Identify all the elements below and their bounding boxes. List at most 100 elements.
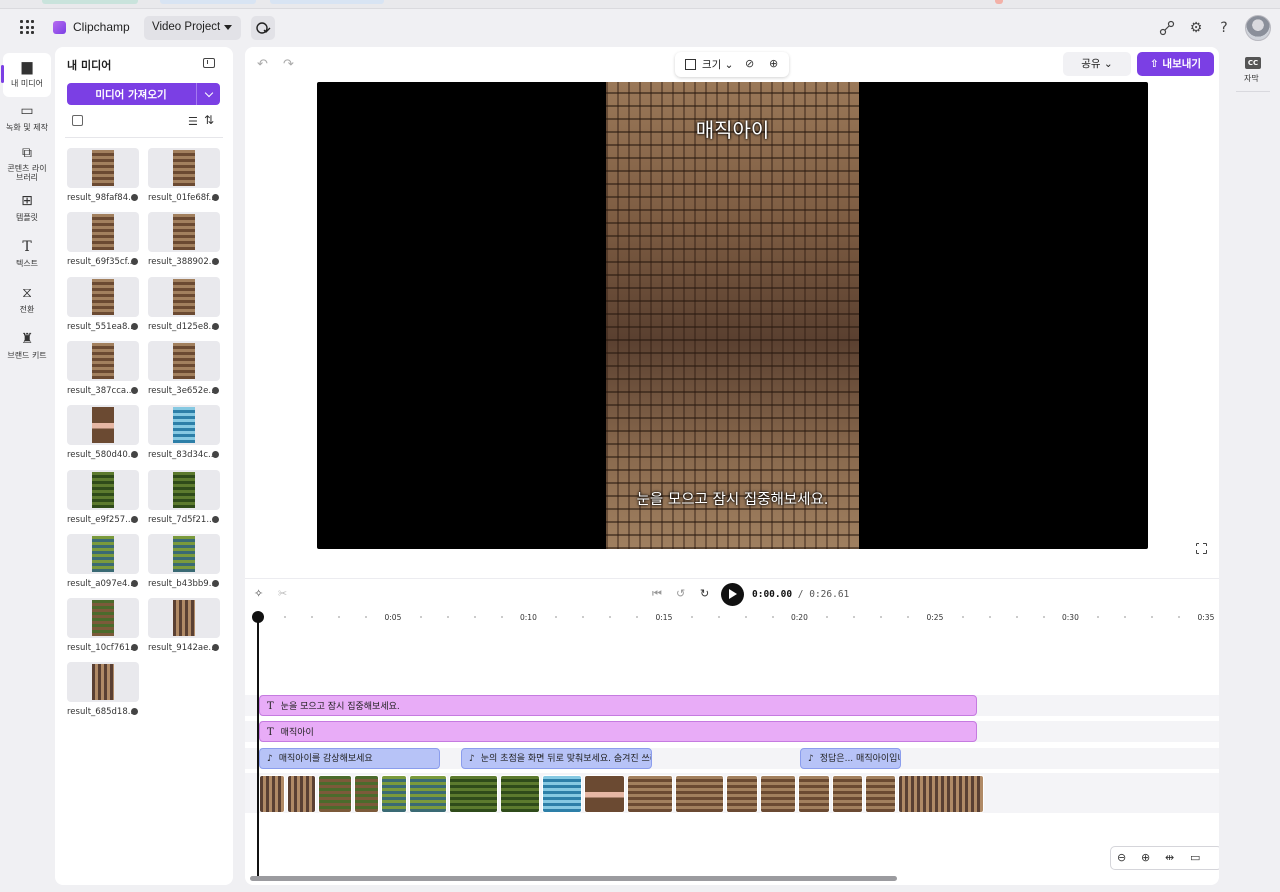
browser-tab[interactable] <box>995 0 1003 4</box>
magic-icon[interactable]: ✧ <box>254 587 263 600</box>
media-tile[interactable]: result_b43bb9... <box>148 533 220 589</box>
filter-icon[interactable]: ☰ <box>188 115 198 128</box>
timeline-scrollbar[interactable] <box>250 876 897 881</box>
project-name-dropdown[interactable]: Video Project <box>144 16 241 40</box>
size-dropdown[interactable]: 크기 ⌄ <box>702 57 733 72</box>
video-preview[interactable]: 매직아이 눈을 모으고 잠시 집중해보세요. <box>317 82 1148 549</box>
rail-item-label: 전환 <box>19 305 35 314</box>
media-tile[interactable]: result_3e652e... <box>148 340 220 396</box>
rail-item-text[interactable]: T 텍스트 <box>3 233 51 277</box>
media-thumbnail <box>67 405 139 446</box>
video-clip[interactable] <box>726 775 758 813</box>
zoom-out-icon[interactable]: ⊖ <box>1117 851 1126 864</box>
folder-icon: ▆ <box>21 59 33 75</box>
rail-item-record[interactable]: ▭ 녹화 및 제작 <box>3 97 51 141</box>
rewind-5s-icon[interactable]: ↺ <box>676 587 685 600</box>
video-clip[interactable] <box>287 775 316 813</box>
help-icon[interactable]: ? <box>1216 20 1232 36</box>
waffle-icon[interactable] <box>20 20 34 34</box>
rail-item-content-library[interactable]: ⧉ 콘텐츠 라이브러리 <box>3 139 51 189</box>
video-clip[interactable] <box>832 775 863 813</box>
import-dropdown-chevron-icon[interactable] <box>196 83 220 105</box>
zoom-in-icon[interactable]: ⊕ <box>1141 851 1150 864</box>
media-tile[interactable]: result_98faf84... <box>67 148 139 203</box>
undo-icon[interactable]: ↶ <box>257 57 268 72</box>
export-button[interactable]: ⇧ 내보내기 <box>1137 52 1214 76</box>
share-button[interactable]: 공유 ⌄ <box>1063 52 1131 76</box>
share-link-icon[interactable] <box>1159 20 1175 36</box>
crop-icon[interactable] <box>685 59 696 70</box>
browser-tab[interactable] <box>270 0 384 4</box>
video-clip[interactable] <box>259 775 285 813</box>
select-all-checkbox[interactable] <box>72 115 83 126</box>
media-tile[interactable]: result_7d5f21... <box>148 469 220 525</box>
thumbnail-image <box>92 600 114 637</box>
fullscreen-icon[interactable] <box>1195 542 1207 554</box>
media-tile[interactable]: result_e9f257... <box>67 469 139 525</box>
media-tile[interactable]: result_69f35cf... <box>67 212 139 267</box>
media-tile[interactable]: result_a097e4... <box>67 533 139 589</box>
video-clip[interactable] <box>760 775 796 813</box>
collapse-panel-icon[interactable] <box>203 58 215 68</box>
video-clip[interactable] <box>500 775 540 813</box>
sort-icon[interactable]: ⇅ <box>204 113 214 127</box>
play-button[interactable] <box>721 583 744 606</box>
text-clip[interactable]: T 매직아이 <box>259 721 977 742</box>
browser-tab[interactable] <box>42 0 138 4</box>
media-tile[interactable]: result_10cf761... <box>67 598 139 653</box>
audio-clip[interactable]: ♪ 매직아이를 감상해보세요 <box>259 748 440 769</box>
audio-clip[interactable]: ♪ 눈의 초점을 화면 뒤로 맞춰보세요. 숨겨진 쓰러 <box>461 748 652 769</box>
media-file-name: result_685d18... <box>67 707 136 718</box>
gear-icon[interactable]: ⚙ <box>1188 20 1204 36</box>
browser-tab[interactable] <box>160 0 256 4</box>
video-clip[interactable] <box>798 775 830 813</box>
background-remove-icon[interactable]: ⊘ <box>745 57 754 70</box>
cloud-sync-button[interactable] <box>251 16 275 40</box>
video-clip[interactable] <box>542 775 582 813</box>
captions-icon[interactable]: CC <box>1245 57 1261 69</box>
media-tile[interactable]: result_551ea8... <box>67 276 139 332</box>
media-tile[interactable]: result_01fe68f... <box>148 148 220 203</box>
rail-item-brand-kit[interactable]: ♜ 브랜드 키트 <box>3 325 51 369</box>
video-clip[interactable] <box>898 775 984 813</box>
media-tile[interactable]: result_83d34c... <box>148 405 220 460</box>
audio-clip-label: 정답은... 매직아이입니 <box>819 754 901 764</box>
video-clip[interactable] <box>865 775 896 813</box>
ruler-tick-mark <box>1151 616 1154 618</box>
video-clip[interactable] <box>675 775 724 813</box>
video-clip[interactable] <box>381 775 407 813</box>
scissors-icon[interactable]: ✂ <box>278 587 287 600</box>
rail-item-label: 녹화 및 제작 <box>6 123 48 132</box>
media-tile[interactable]: result_580d40... <box>67 405 139 460</box>
added-check-icon <box>212 515 219 523</box>
import-media-button[interactable]: 미디어 가져오기 <box>67 83 220 105</box>
video-clip[interactable] <box>627 775 673 813</box>
video-clip[interactable] <box>318 775 352 813</box>
rail-item-my-media[interactable]: ▆ 내 미디어 <box>1 53 51 97</box>
camera-icon: ▭ <box>20 103 34 119</box>
rail-item-transitions[interactable]: ⧖ 전환 <box>3 279 51 323</box>
media-tile[interactable]: result_388902... <box>148 212 220 267</box>
media-tile[interactable]: result_9142ae... <box>148 598 220 653</box>
avatar[interactable] <box>1245 15 1271 41</box>
size-label: 크기 <box>702 59 722 71</box>
media-tile[interactable]: result_387cca... <box>67 340 139 396</box>
media-tile[interactable]: result_d125e8... <box>148 276 220 332</box>
media-thumbnail <box>148 533 220 574</box>
video-clip[interactable] <box>584 775 625 813</box>
camera-plus-icon[interactable]: ⊕ <box>769 57 778 70</box>
forward-5s-icon[interactable]: ↻ <box>700 587 709 600</box>
audio-clip[interactable]: ♪ 정답은... 매직아이입니 <box>800 748 901 769</box>
playhead[interactable] <box>252 611 264 876</box>
video-clip[interactable] <box>354 775 379 813</box>
rail-item-templates[interactable]: ⊞ 템플릿 <box>3 187 51 231</box>
media-tile[interactable]: result_685d18... <box>67 662 139 717</box>
redo-icon[interactable]: ↷ <box>283 57 294 72</box>
video-clip[interactable] <box>449 775 498 813</box>
text-clip[interactable]: T 눈을 모으고 잠시 집중해보세요. <box>259 695 977 716</box>
text-icon: T <box>22 239 32 255</box>
fit-width-icon[interactable]: ⇹ <box>1165 851 1174 864</box>
skip-back-icon[interactable]: ⏮ <box>652 587 662 601</box>
video-clip[interactable] <box>409 775 447 813</box>
track-height-icon[interactable]: ▭ <box>1190 851 1200 864</box>
